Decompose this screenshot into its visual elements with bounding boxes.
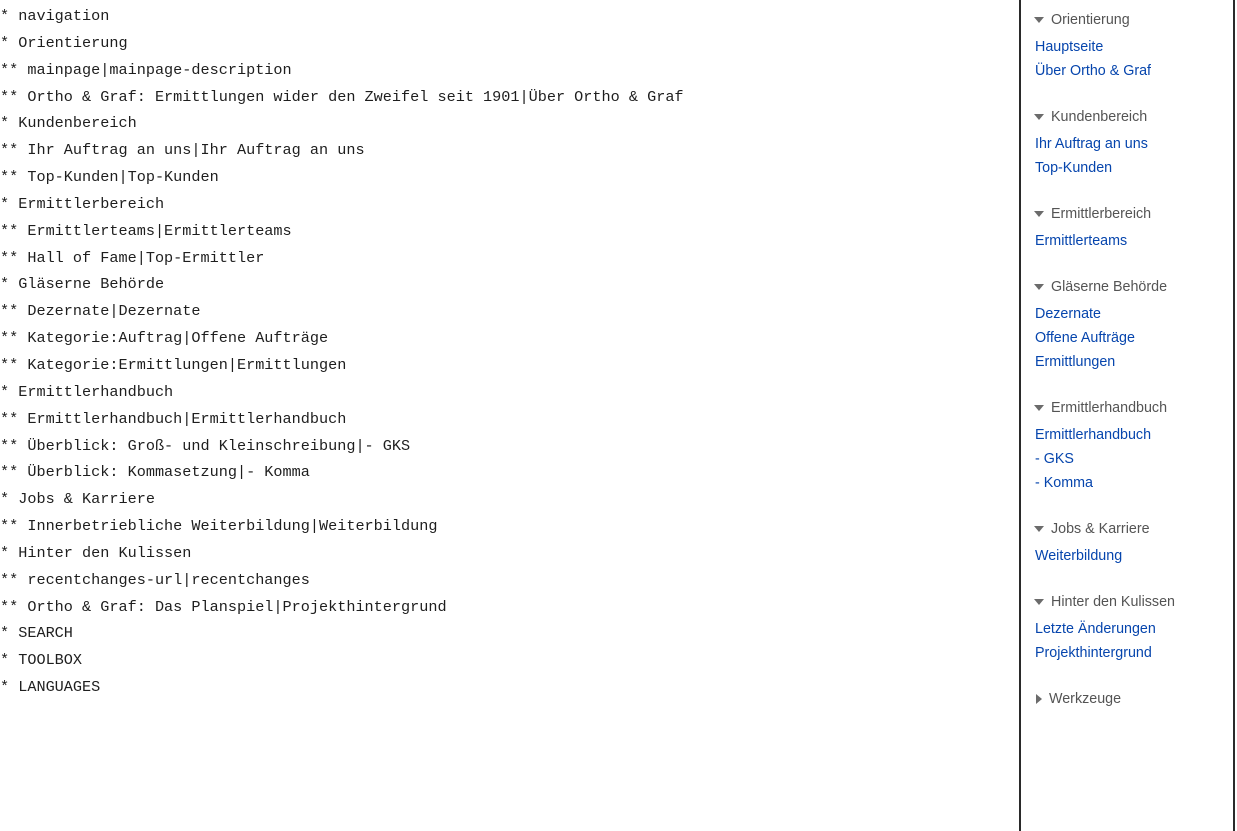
sidebar-portal: Ermittlerbereich Ermittlerteams	[1021, 201, 1233, 253]
sidebar-link[interactable]: Weiterbildung	[1021, 544, 1233, 568]
source-line: ** Hall of Fame|Top-Ermittler	[0, 248, 265, 267]
source-line: ** Ihr Auftrag an uns|Ihr Auftrag an uns	[0, 141, 365, 160]
sidebar-link[interactable]: Top-Kunden	[1021, 156, 1233, 180]
sidebar-link[interactable]: Ermittlerteams	[1021, 229, 1233, 253]
portal-heading[interactable]: Jobs & Karriere	[1021, 516, 1233, 542]
source-line: ** recentchanges-url|recentchanges	[0, 570, 310, 589]
chevron-down-icon	[1034, 284, 1044, 290]
sidebar-link[interactable]: - GKS	[1021, 447, 1233, 471]
portal-link-list: Hauptseite Über Ortho & Graf	[1021, 35, 1233, 83]
sidebar-portal: Gläserne Behörde Dezernate Offene Aufträge…	[1021, 274, 1233, 374]
portal-link-list: Letzte Änderungen Projekthintergrund	[1021, 617, 1233, 665]
source-line: * Ermittlerhandbuch	[0, 382, 174, 401]
source-line: * Gläserne Behörde	[0, 275, 165, 294]
portal-heading[interactable]: Hinter den Kulissen	[1021, 589, 1233, 615]
portal-link-list: Ermittlerteams	[1021, 229, 1233, 253]
sidebar-link[interactable]: Über Ortho & Graf	[1021, 59, 1233, 83]
portal-heading-label: Orientierung	[1051, 12, 1130, 28]
source-line: * LANGUAGES	[0, 678, 101, 697]
sidebar-portal: Jobs & Karriere Weiterbildung	[1021, 516, 1233, 568]
source-line: ** Kategorie:Auftrag|Offene Aufträge	[0, 329, 329, 348]
source-line: * Kundenbereich	[0, 114, 137, 133]
source-line: ** Innerbetriebliche Weiterbildung|Weite…	[0, 517, 438, 536]
source-line: ** Kategorie:Ermittlungen|Ermittlungen	[0, 355, 347, 374]
source-line: ** Ermittlerhandbuch|Ermittlerhandbuch	[0, 409, 347, 428]
sidebar-link[interactable]: Dezernate	[1021, 302, 1233, 326]
portal-link-list: Ermittlerhandbuch - GKS - Komma	[1021, 423, 1233, 495]
portal-heading[interactable]: Gläserne Behörde	[1021, 274, 1233, 300]
portal-heading-label: Kundenbereich	[1051, 109, 1148, 125]
chevron-down-icon	[1034, 526, 1044, 532]
source-line: ** Ortho & Graf: Das Planspiel|Projekthi…	[0, 597, 447, 616]
portal-heading[interactable]: Ermittlerbereich	[1021, 201, 1233, 227]
sidebar-portal: Ermittlerhandbuch Ermittlerhandbuch - GKS -…	[1021, 395, 1233, 495]
source-line: * Orientierung	[0, 33, 128, 52]
sidebar-portal: Kundenbereich Ihr Auftrag an uns Top-Kunde…	[1021, 104, 1233, 180]
chevron-down-icon	[1034, 599, 1044, 605]
sidebar-link[interactable]: Ermittlerhandbuch	[1021, 423, 1233, 447]
source-text-block: * navigation * Orientierung ** mainpage|ma…	[0, 0, 684, 701]
source-line: ** Ermittlerteams|Ermittlerteams	[0, 221, 292, 240]
sidebar-link[interactable]: Ihr Auftrag an uns	[1021, 132, 1233, 156]
portal-link-list: Ihr Auftrag an uns Top-Kunden	[1021, 132, 1233, 180]
source-line: * Jobs & Karriere	[0, 490, 155, 509]
portal-heading[interactable]: Kundenbereich	[1021, 104, 1233, 130]
source-line: ** Ortho & Graf: Ermittlungen wider den …	[0, 87, 684, 106]
source-line: ** Top-Kunden|Top-Kunden	[0, 168, 219, 187]
source-line: * TOOLBOX	[0, 651, 83, 670]
portal-heading-label: Hinter den Kulissen	[1051, 594, 1175, 610]
portal-heading-label: Gläserne Behörde	[1051, 279, 1168, 295]
portal-heading-label: Werkzeuge	[1049, 691, 1122, 707]
source-line: * SEARCH	[0, 624, 73, 643]
chevron-right-icon	[1036, 694, 1042, 704]
sidebar-navigation: Orientierung Hauptseite Über Ortho & Graf K…	[1019, 0, 1235, 831]
chevron-down-icon	[1034, 211, 1044, 217]
chevron-down-icon	[1034, 405, 1044, 411]
chevron-down-icon	[1034, 17, 1044, 23]
sidebar-portal: Werkzeuge	[1021, 686, 1233, 712]
sidebar-portal: Hinter den Kulissen Letzte Änderungen Proj…	[1021, 589, 1233, 665]
portal-heading[interactable]: Ermittlerhandbuch	[1021, 395, 1233, 421]
source-line: * navigation	[0, 7, 110, 25]
portal-heading-label: Ermittlerhandbuch	[1051, 400, 1168, 416]
sidebar-link[interactable]: Projekthintergrund	[1021, 641, 1233, 665]
source-line: ** mainpage|mainpage-description	[0, 60, 292, 79]
sidebar-link[interactable]: Ermittlungen	[1021, 350, 1233, 374]
sidebar-link[interactable]: - Komma	[1021, 471, 1233, 495]
portal-heading[interactable]: Werkzeuge	[1021, 686, 1233, 712]
source-line: ** Überblick: Kommasetzung|- Komma	[0, 463, 310, 482]
source-line: * Ermittlerbereich	[0, 194, 165, 213]
chevron-down-icon	[1034, 114, 1044, 120]
portal-heading-label: Jobs & Karriere	[1051, 521, 1150, 537]
portal-heading-label: Ermittlerbereich	[1051, 206, 1152, 222]
portal-heading[interactable]: Orientierung	[1021, 7, 1233, 33]
source-line: ** Dezernate|Dezernate	[0, 302, 201, 321]
sidebar-portal: Orientierung Hauptseite Über Ortho & Graf	[1021, 7, 1233, 83]
sidebar-link[interactable]: Offene Aufträge	[1021, 326, 1233, 350]
portal-link-list: Weiterbildung	[1021, 544, 1233, 568]
source-line: * Hinter den Kulissen	[0, 543, 192, 562]
sidebar-link[interactable]: Letzte Änderungen	[1021, 617, 1233, 641]
source-line: ** Überblick: Groß- und Kleinschreibung|…	[0, 436, 411, 455]
portal-link-list: Dezernate Offene Aufträge Ermittlungen	[1021, 302, 1233, 374]
sidebar-link[interactable]: Hauptseite	[1021, 35, 1233, 59]
